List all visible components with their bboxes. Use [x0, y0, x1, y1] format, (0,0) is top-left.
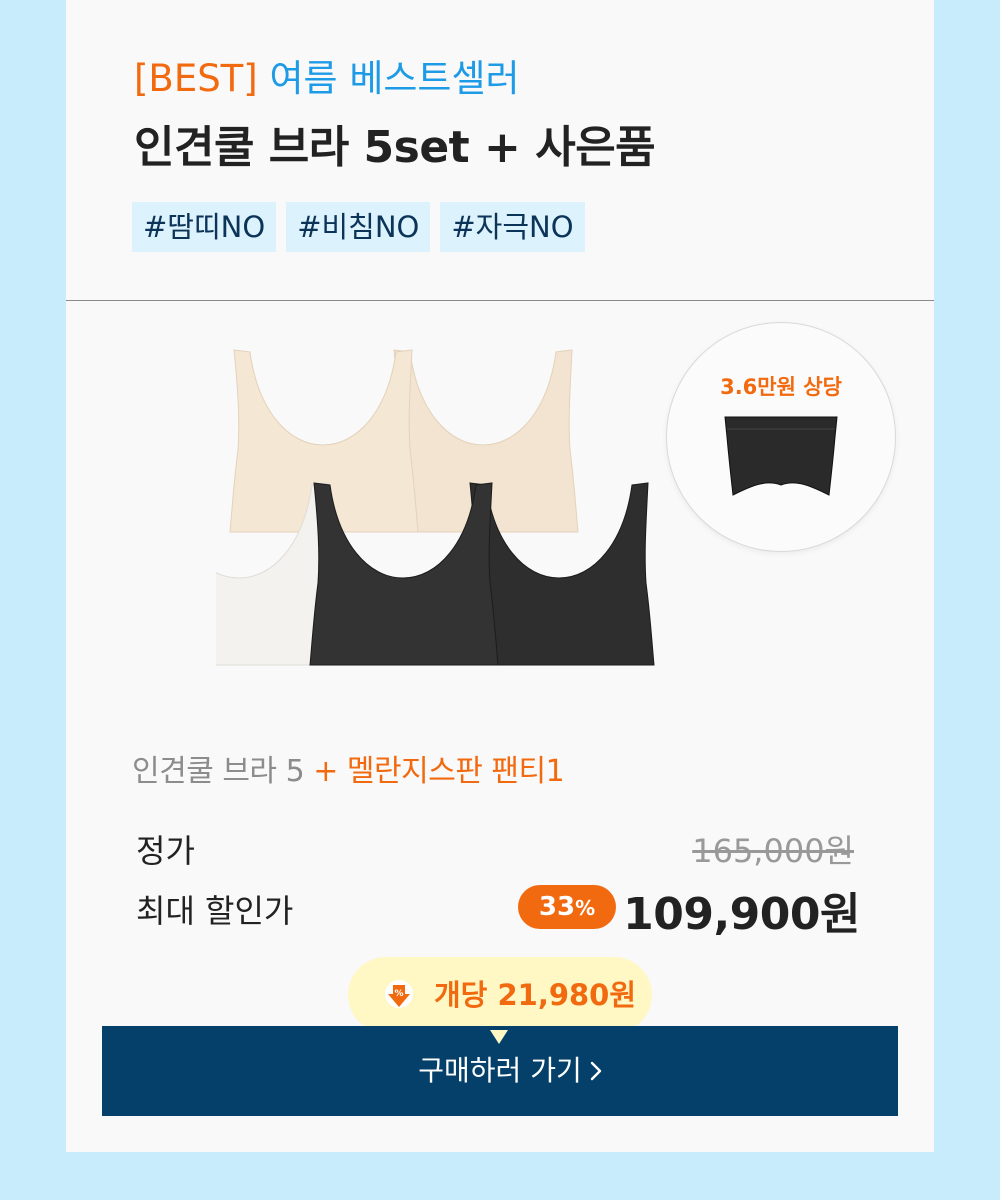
gift-badge: 3.6만원 상당 — [666, 322, 896, 552]
hashtag-list: #땀띠NO #비침NO #자극NO — [132, 202, 585, 252]
best-tag: [BEST] — [134, 57, 258, 100]
bundle-main: 인견쿨 브라 5 — [132, 754, 305, 789]
svg-text:%: % — [394, 989, 403, 999]
discount-badge: 33% — [518, 885, 616, 929]
gift-value-label: 3.6만원 상당 — [720, 375, 842, 399]
product-card: [BEST] 여름 베스트셀러 인견쿨 브라 5set + 사은품 #땀띠NO … — [66, 0, 934, 1152]
header-divider — [66, 300, 934, 301]
hashtag-chip: #땀띠NO — [132, 202, 277, 252]
eyebrow-line: [BEST] 여름 베스트셀러 — [134, 56, 520, 102]
sale-price: 109,900원 — [623, 889, 860, 940]
per-item-bubble: % 개당 21,980원 — [348, 957, 652, 1033]
bundle-plus: + 멜란지스판 팬티1 — [313, 754, 565, 789]
discount-value: 33 — [538, 892, 576, 922]
hashtag-chip: #자극NO — [440, 202, 585, 252]
panty-image — [724, 416, 838, 496]
discount-unit: % — [575, 896, 596, 920]
bubble-tail — [490, 1030, 508, 1044]
regular-price-label: 정가 — [136, 832, 195, 870]
eyebrow-text: 여름 베스트셀러 — [269, 57, 520, 100]
per-item-price: 개당 21,980원 — [434, 978, 637, 1012]
percent-down-arrow-icon: % — [385, 980, 413, 1008]
chevron-right-icon — [590, 1061, 602, 1081]
regular-price: 165,000원 — [692, 832, 854, 870]
hashtag-chip: #비침NO — [286, 202, 431, 252]
sale-price-label: 최대 할인가 — [136, 892, 294, 930]
product-title: 인견쿨 브라 5set + 사은품 — [134, 122, 656, 173]
card-header: [BEST] 여름 베스트셀러 인견쿨 브라 5set + 사은품 #땀띠NO … — [66, 0, 934, 300]
bundle-description: 인견쿨 브라 5 + 멜란지스판 팬티1 — [132, 752, 565, 792]
